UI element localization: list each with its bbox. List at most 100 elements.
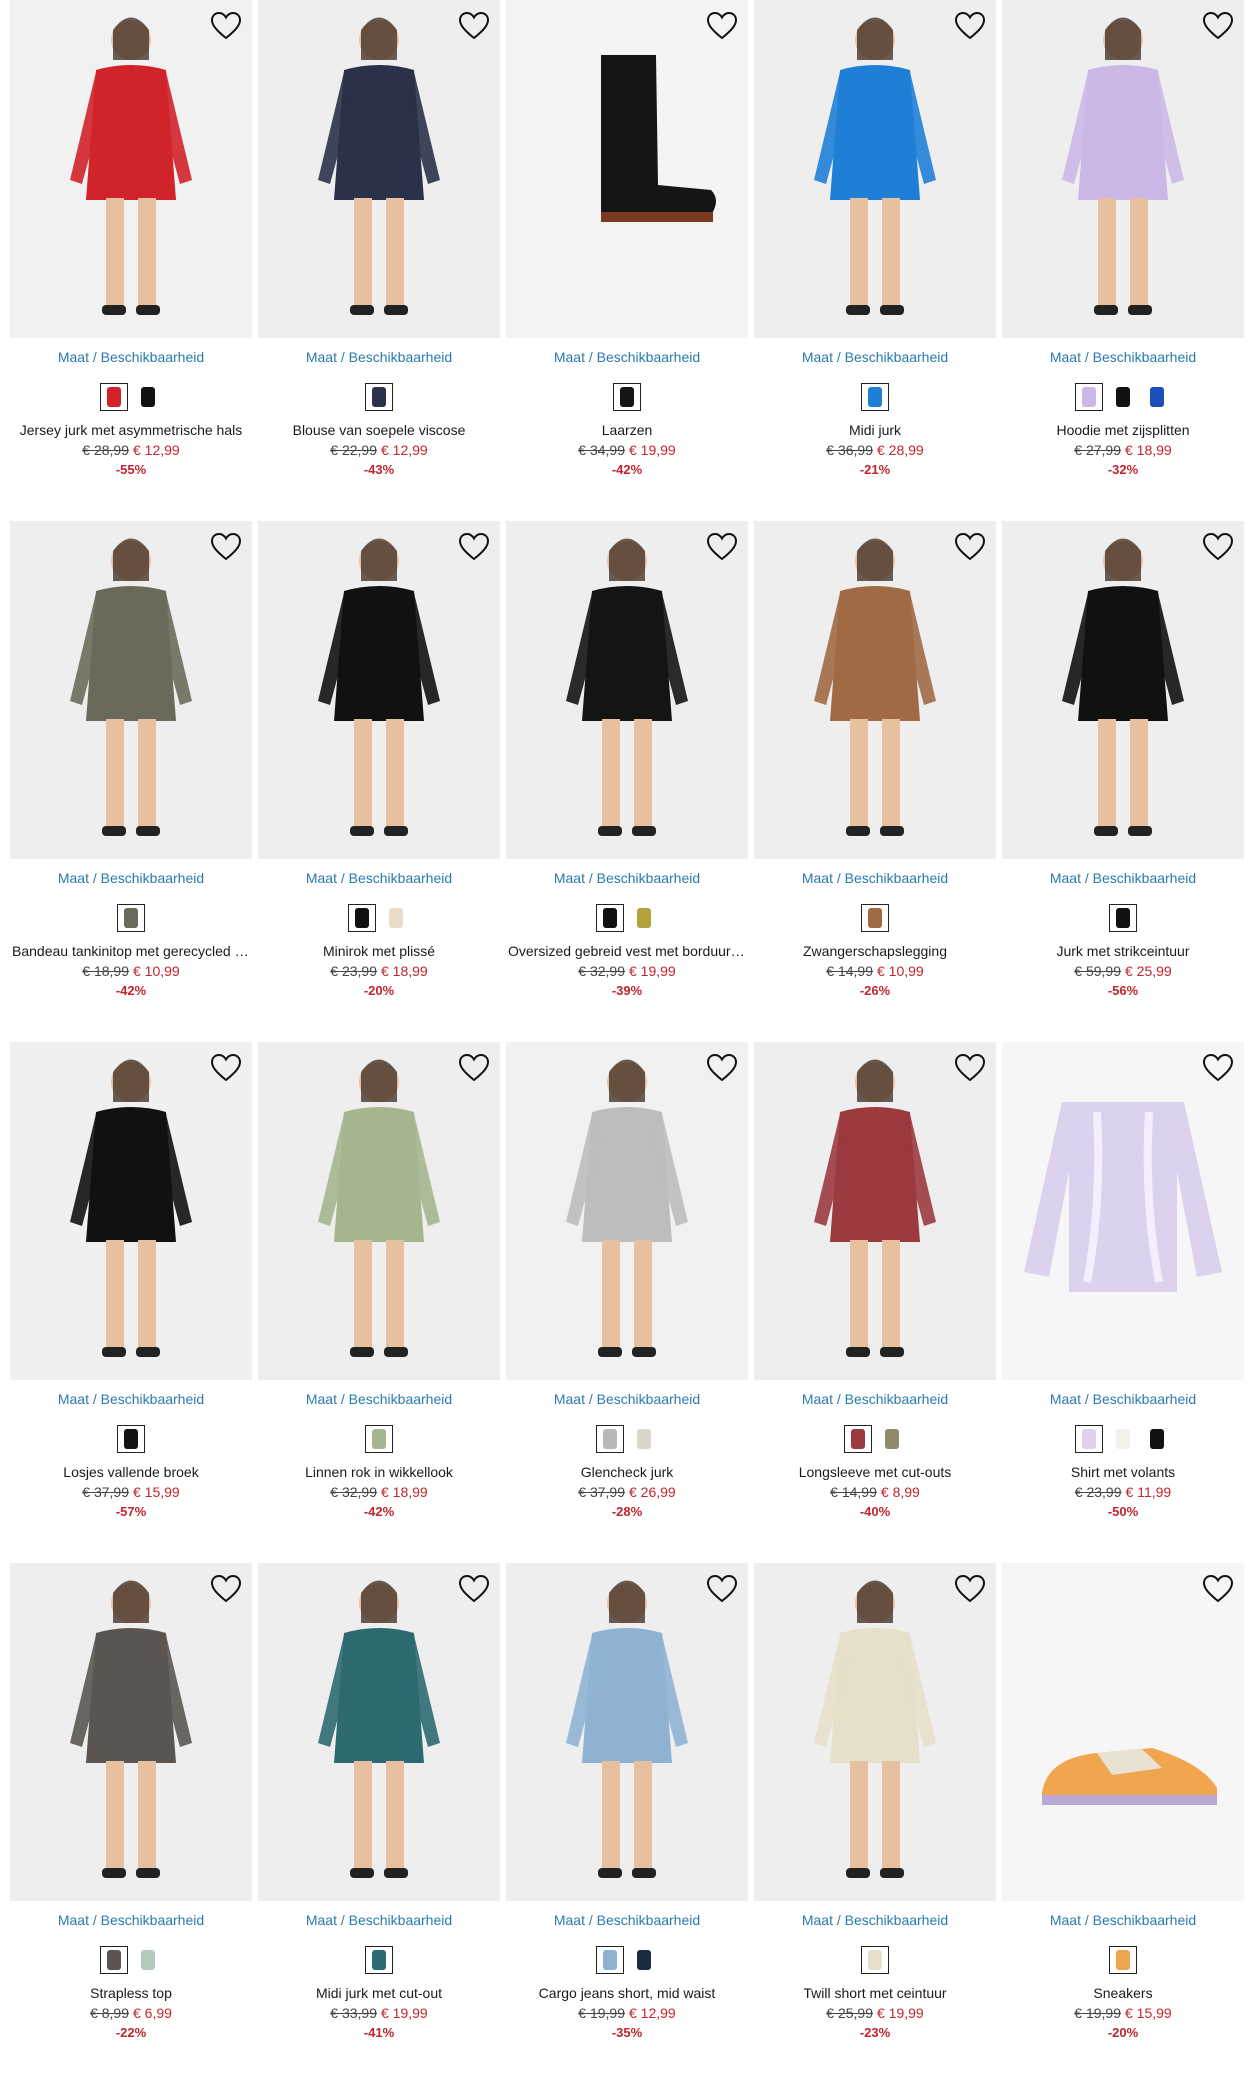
product-card[interactable]: Maat / Beschikbaarheid Cargo jeans short,… (506, 1563, 748, 2084)
product-card[interactable]: Maat / Beschikbaarheid Minirok met plissé… (258, 521, 500, 1042)
size-availability-link[interactable]: Maat / Beschikbaarheid (258, 1912, 500, 1930)
wishlist-heart-icon[interactable] (208, 529, 244, 565)
color-swatch[interactable] (382, 904, 410, 932)
check-dress-photo[interactable] (506, 1042, 748, 1380)
size-availability-link[interactable]: Maat / Beschikbaarheid (258, 1391, 500, 1409)
size-availability-link[interactable]: Maat / Beschikbaarheid (754, 1391, 996, 1409)
wishlist-heart-icon[interactable] (952, 8, 988, 44)
product-name[interactable]: Cargo jeans short, mid waist (506, 1985, 748, 2003)
product-card[interactable]: Maat / Beschikbaarheid Strapless top € 8,9… (10, 1563, 252, 2084)
product-card[interactable]: Maat / Beschikbaarheid Hoodie met zijspli… (1002, 0, 1244, 521)
size-availability-link[interactable]: Maat / Beschikbaarheid (506, 1391, 748, 1409)
color-swatch[interactable] (844, 1425, 872, 1453)
denim-short-photo[interactable] (506, 1563, 748, 1901)
product-name[interactable]: Twill short met ceintuur (754, 1985, 996, 2003)
product-name[interactable]: Oversized gebreid vest met borduursel (506, 943, 748, 961)
size-availability-link[interactable]: Maat / Beschikbaarheid (10, 1391, 252, 1409)
plaid-blouse-photo[interactable] (258, 0, 500, 338)
color-swatch[interactable] (117, 1425, 145, 1453)
wishlist-heart-icon[interactable] (456, 1571, 492, 1607)
product-name[interactable]: Longsleeve met cut-outs (754, 1464, 996, 1482)
color-swatch[interactable] (1109, 904, 1137, 932)
hoodie-photo[interactable] (1002, 0, 1244, 338)
trousers-photo[interactable] (10, 1042, 252, 1380)
color-swatch[interactable] (878, 1425, 906, 1453)
skirt-photo[interactable] (258, 521, 500, 859)
wishlist-heart-icon[interactable] (952, 1050, 988, 1086)
product-name[interactable]: Jersey jurk met asymmetrische hals (10, 422, 252, 440)
color-swatch[interactable] (596, 1425, 624, 1453)
product-card[interactable]: Maat / Beschikbaarheid Jurk met strikcein… (1002, 521, 1244, 1042)
product-card[interactable]: Maat / Beschikbaarheid Losjes vallende br… (10, 1042, 252, 1563)
product-card[interactable]: Maat / Beschikbaarheid Midi jurk met cut-… (258, 1563, 500, 2084)
wishlist-heart-icon[interactable] (704, 1571, 740, 1607)
product-name[interactable]: Losjes vallende broek (10, 1464, 252, 1482)
color-swatch[interactable] (861, 1946, 889, 1974)
color-swatch[interactable] (630, 1946, 658, 1974)
color-swatch[interactable] (1109, 1425, 1137, 1453)
linen-skirt-photo[interactable] (258, 1042, 500, 1380)
product-card[interactable]: Maat / Beschikbaarheid Laarzen € 34,99 € 19… (506, 0, 748, 521)
wishlist-heart-icon[interactable] (456, 8, 492, 44)
product-card[interactable]: Maat / Beschikbaarheid Sneakers € 19,99 € 1… (1002, 1563, 1244, 2084)
dotted-dress-photo[interactable] (1002, 521, 1244, 859)
size-availability-link[interactable]: Maat / Beschikbaarheid (10, 870, 252, 888)
product-card[interactable]: Maat / Beschikbaarheid Glencheck jurk € 37… (506, 1042, 748, 1563)
color-swatch[interactable] (596, 1946, 624, 1974)
product-name[interactable]: Strapless top (10, 1985, 252, 2003)
color-swatch[interactable] (1109, 1946, 1137, 1974)
product-name[interactable]: Midi jurk (754, 422, 996, 440)
product-name[interactable]: Zwangerschapslegging (754, 943, 996, 961)
color-swatch[interactable] (1143, 383, 1171, 411)
color-swatch[interactable] (1143, 1425, 1171, 1453)
product-name[interactable]: Hoodie met zijsplitten (1002, 422, 1244, 440)
wishlist-heart-icon[interactable] (456, 1050, 492, 1086)
wishlist-heart-icon[interactable] (208, 1571, 244, 1607)
product-name[interactable]: Linnen rok in wikkellook (258, 1464, 500, 1482)
product-name[interactable]: Midi jurk met cut-out (258, 1985, 500, 2003)
wishlist-heart-icon[interactable] (456, 529, 492, 565)
color-swatch[interactable] (348, 904, 376, 932)
wishlist-heart-icon[interactable] (1200, 1050, 1236, 1086)
wishlist-heart-icon[interactable] (704, 1050, 740, 1086)
product-name[interactable]: Glencheck jurk (506, 1464, 748, 1482)
wishlist-heart-icon[interactable] (952, 529, 988, 565)
wishlist-heart-icon[interactable] (952, 1571, 988, 1607)
size-availability-link[interactable]: Maat / Beschikbaarheid (506, 870, 748, 888)
twill-short-photo[interactable] (754, 1563, 996, 1901)
color-swatch[interactable] (134, 1946, 162, 1974)
color-swatch[interactable] (365, 383, 393, 411)
longsleeve-photo[interactable] (754, 1042, 996, 1380)
size-availability-link[interactable]: Maat / Beschikbaarheid (1002, 349, 1244, 367)
color-swatch[interactable] (117, 904, 145, 932)
color-swatch[interactable] (100, 1946, 128, 1974)
wishlist-heart-icon[interactable] (208, 1050, 244, 1086)
size-availability-link[interactable]: Maat / Beschikbaarheid (754, 870, 996, 888)
size-availability-link[interactable]: Maat / Beschikbaarheid (1002, 870, 1244, 888)
wishlist-heart-icon[interactable] (1200, 529, 1236, 565)
color-swatch[interactable] (613, 383, 641, 411)
product-card[interactable]: Maat / Beschikbaarheid Jersey jurk met as… (10, 0, 252, 521)
teal-dress-photo[interactable] (258, 1563, 500, 1901)
color-swatch[interactable] (630, 1425, 658, 1453)
color-swatch[interactable] (861, 383, 889, 411)
color-swatch[interactable] (1075, 383, 1103, 411)
sneaker-photo[interactable] (1002, 1563, 1244, 1901)
wishlist-heart-icon[interactable] (208, 8, 244, 44)
size-availability-link[interactable]: Maat / Beschikbaarheid (258, 349, 500, 367)
product-card[interactable]: Maat / Beschikbaarheid Longsleeve met cut… (754, 1042, 996, 1563)
size-availability-link[interactable]: Maat / Beschikbaarheid (506, 1912, 748, 1930)
ruffle-shirt-photo[interactable] (1002, 1042, 1244, 1380)
product-name[interactable]: Sneakers (1002, 1985, 1244, 2003)
legging-photo[interactable] (754, 521, 996, 859)
product-name[interactable]: Minirok met plissé (258, 943, 500, 961)
tankini-photo[interactable] (10, 521, 252, 859)
wishlist-heart-icon[interactable] (1200, 8, 1236, 44)
product-name[interactable]: Shirt met volants (1002, 1464, 1244, 1482)
color-swatch[interactable] (134, 383, 162, 411)
blue-dress-photo[interactable] (754, 0, 996, 338)
color-swatch[interactable] (100, 383, 128, 411)
color-swatch[interactable] (1109, 383, 1137, 411)
product-card[interactable]: Maat / Beschikbaarheid Linnen rok in wikk… (258, 1042, 500, 1563)
color-swatch[interactable] (630, 904, 658, 932)
